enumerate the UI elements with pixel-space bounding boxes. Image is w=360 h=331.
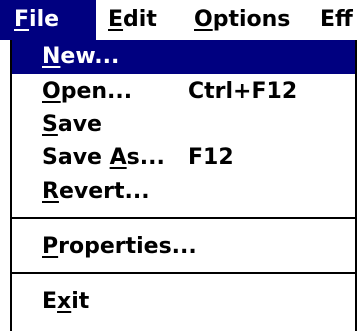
menu-options-suffix: ptions xyxy=(212,7,291,32)
menu-item-save-as-prefix: Save xyxy=(42,145,110,170)
menu-separator xyxy=(12,272,355,274)
menu-item-properties-suffix: roperties... xyxy=(58,234,197,259)
menu-effects[interactable]: Eff xyxy=(312,0,360,40)
menu-item-properties[interactable]: Properties... xyxy=(12,230,355,264)
menu-file[interactable]: File xyxy=(0,0,96,40)
menu-item-save[interactable]: Save xyxy=(12,108,355,142)
menu-options-mnemonic: O xyxy=(194,7,213,32)
menu-item-open[interactable]: Open... Ctrl+F12 xyxy=(12,75,355,109)
menu-item-exit-suffix: it xyxy=(71,289,90,314)
menu-item-revert-mnemonic: R xyxy=(42,179,59,204)
menu-item-exit[interactable]: Exit xyxy=(12,285,355,319)
menu-item-new[interactable]: New... xyxy=(12,40,355,74)
menu-item-open-mnemonic: O xyxy=(42,79,61,104)
menu-item-save-as[interactable]: Save As... F12 xyxy=(12,141,355,175)
menu-item-save-as-suffix: s... xyxy=(126,145,165,170)
menu-effects-label: Eff xyxy=(320,7,353,32)
menu-file-mnemonic: F xyxy=(14,7,30,32)
menu-item-new-suffix: ew... xyxy=(60,44,120,69)
menu-item-revert-suffix: evert... xyxy=(58,179,150,204)
menu-item-revert[interactable]: Revert... xyxy=(12,175,355,209)
menu-item-save-as-shortcut: F12 xyxy=(188,145,234,170)
menu-item-save-mnemonic: S xyxy=(42,112,58,137)
menu-item-save-suffix: ave xyxy=(57,112,102,137)
menu-item-properties-mnemonic: P xyxy=(42,234,59,259)
menu-item-exit-mnemonic: x xyxy=(57,289,72,314)
menu-edit-mnemonic: E xyxy=(108,7,124,32)
menu-file-suffix: ile xyxy=(29,7,60,32)
file-menu-dropdown: New... Open... Ctrl+F12 Save Save As... F1… xyxy=(10,40,357,331)
menu-edit[interactable]: Edit xyxy=(100,0,165,40)
menu-bar: File Edit Options Eff xyxy=(0,0,360,40)
menu-item-open-suffix: pen... xyxy=(60,79,133,104)
menu-item-new-mnemonic: N xyxy=(42,44,61,69)
menu-item-exit-prefix: E xyxy=(42,289,58,314)
menu-edit-suffix: dit xyxy=(123,7,157,32)
menu-item-save-as-mnemonic: A xyxy=(109,145,127,170)
menu-options[interactable]: Options xyxy=(186,0,298,40)
menu-item-open-shortcut: Ctrl+F12 xyxy=(188,79,298,104)
menu-separator xyxy=(12,217,355,219)
